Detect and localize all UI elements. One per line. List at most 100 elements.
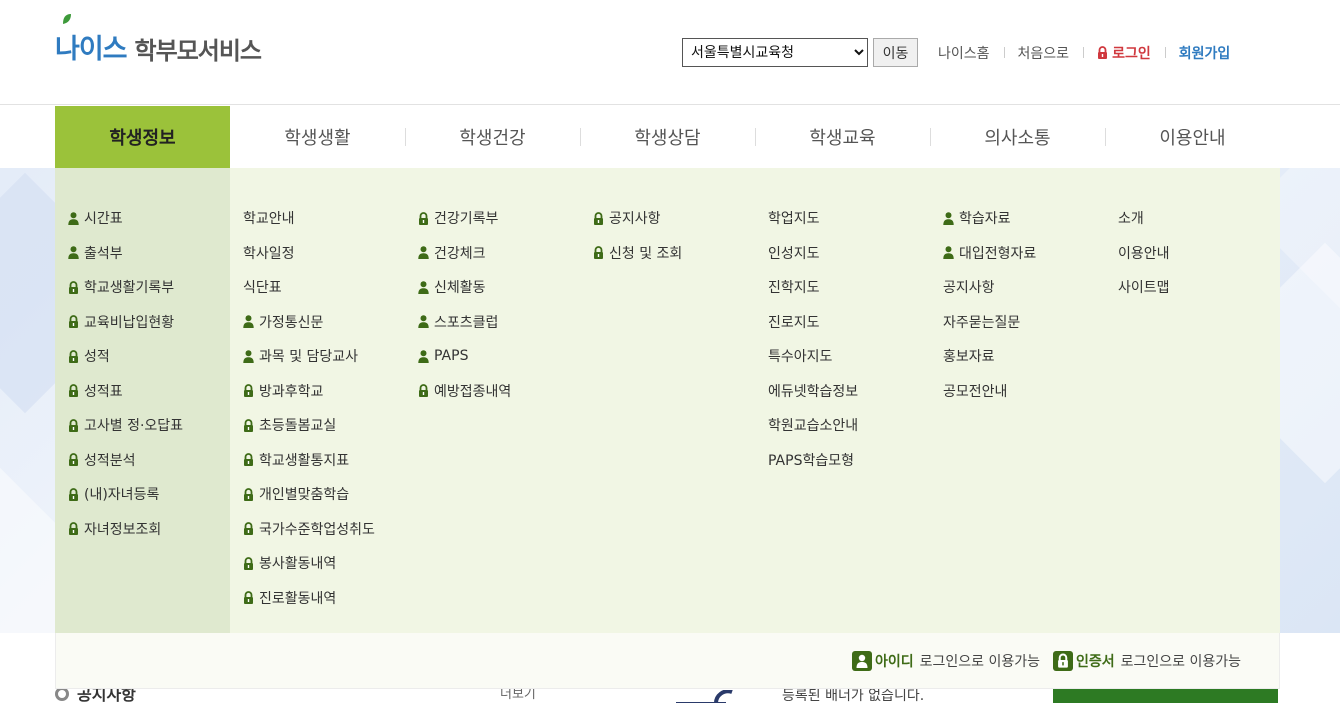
menu-item[interactable]: PAPS	[418, 339, 580, 374]
menu-item[interactable]: 스포츠클럽	[418, 305, 580, 340]
home-link[interactable]: 처음으로	[1003, 43, 1084, 63]
menu-item[interactable]: 사이트맵	[1118, 270, 1280, 305]
menu-item[interactable]: 학사일정	[243, 236, 405, 271]
menu-item[interactable]: 고사별 정·오답표	[68, 408, 230, 443]
menu-item-label: 성적표	[84, 383, 123, 400]
menu-item[interactable]: 성적분석	[68, 443, 230, 478]
menu-item-label: 국가수준학업성취도	[259, 521, 375, 538]
notice-bullet-icon	[55, 689, 69, 701]
user-icon	[68, 212, 79, 225]
legend-id-login: 아이디 로그인으로 이용가능	[851, 650, 1040, 671]
menu-item[interactable]: 학교생활통지표	[243, 443, 405, 478]
menu-item-label: 성적분석	[84, 452, 136, 469]
menu-item[interactable]: 학교생활기록부	[68, 270, 230, 305]
menu-item[interactable]: 성적표	[68, 374, 230, 409]
menu-item-label: 출석부	[84, 245, 123, 262]
menu-item[interactable]: 공모전안내	[943, 374, 1105, 409]
tab-communication[interactable]: 의사소통	[930, 106, 1105, 168]
menu-item-label: 진로활동내역	[259, 590, 337, 607]
menu-item[interactable]: 학교안내	[243, 201, 405, 236]
menu-item[interactable]: 대입전형자료	[943, 236, 1105, 271]
menu-item[interactable]: 학원교습소안내	[768, 408, 930, 443]
notice-title: 공지사항	[77, 689, 136, 703]
menu-item[interactable]: PAPS학습모형	[768, 443, 930, 478]
tab-student-counsel[interactable]: 학생상담	[580, 106, 755, 168]
lock-icon	[244, 384, 253, 398]
mega-menu-column: 건강기록부 건강체크신체활동스포츠클럽 PAPS 예방접종내역	[405, 168, 580, 633]
menu-item-label: 공지사항	[943, 280, 995, 297]
lock-icon	[69, 453, 78, 467]
tab-student-health[interactable]: 학생건강	[405, 106, 580, 168]
menu-item-label: 에듀넷학습정보	[768, 383, 859, 400]
site-logo[interactable]: 나이스 학부모서비스	[55, 14, 262, 66]
lock-icon	[244, 522, 253, 536]
menu-item[interactable]: 건강기록부	[418, 201, 580, 236]
menu-item-label: 대입전형자료	[959, 245, 1037, 262]
promo-banner[interactable]	[1053, 689, 1278, 703]
menu-item-label: 고사별 정·오답표	[84, 418, 184, 435]
menu-item[interactable]: 개인별맞춤학습	[243, 477, 405, 512]
menu-item-label: 자녀정보조회	[84, 521, 162, 538]
tab-student-education[interactable]: 학생교육	[755, 106, 930, 168]
menu-item-label: 학사일정	[243, 245, 295, 262]
user-icon	[418, 315, 429, 329]
go-button[interactable]: 이동	[873, 38, 918, 67]
user-icon	[418, 350, 429, 363]
menu-item[interactable]: 학업지도	[768, 201, 930, 236]
menu-item[interactable]: 성적	[68, 339, 230, 374]
menu-item[interactable]: 교육비납입현황	[68, 305, 230, 340]
mega-menu-column: 학습자료대입전형자료공지사항자주묻는질문 홍보자료공모전안내	[930, 168, 1105, 633]
signup-link[interactable]: 회원가입	[1164, 43, 1230, 63]
menu-item[interactable]: 진로지도	[768, 305, 930, 340]
menu-item[interactable]: 자주묻는질문	[943, 305, 1105, 340]
menu-item[interactable]: 진로활동내역	[243, 581, 405, 616]
menu-item[interactable]: 학습자료	[943, 201, 1105, 236]
tab-student-info[interactable]: 학생정보	[55, 106, 230, 168]
menu-item[interactable]: 건강체크	[418, 236, 580, 271]
region-select[interactable]: 서울특별시교육청	[682, 38, 868, 67]
menu-item-label: 시간표	[84, 211, 123, 228]
menu-item-label: 인성지도	[768, 245, 820, 262]
menu-item-label: 신체활동	[434, 280, 486, 297]
mega-menu-column: 시간표출석부학교생활기록부 교육비납입현황성적성적표고사별 정·오답표성적분석 (내…	[55, 168, 230, 633]
menu-item[interactable]: 방과후학교	[243, 374, 405, 409]
menu-item[interactable]: 신체활동	[418, 270, 580, 305]
menu-item[interactable]: 식단표	[243, 270, 405, 305]
more-link[interactable]: 더보기	[500, 689, 560, 703]
legend-id-strong: 아이디	[874, 653, 914, 670]
menu-item[interactable]: 국가수준학업성취도	[243, 512, 405, 547]
menu-item-label: 학교안내	[243, 211, 295, 228]
neis-home-link[interactable]: 나이스홈	[938, 43, 1004, 63]
menu-item[interactable]: 진학지도	[768, 270, 930, 305]
menu-item[interactable]: 초등돌봄교실	[243, 408, 405, 443]
lock-icon	[69, 487, 78, 501]
menu-item[interactable]: 가정통신문	[243, 305, 405, 340]
tab-student-life[interactable]: 학생생활	[230, 106, 405, 168]
menu-item[interactable]: 인성지도	[768, 236, 930, 271]
menu-item[interactable]: 공지사항	[593, 201, 755, 236]
menu-item[interactable]: 에듀넷학습정보	[768, 374, 930, 409]
menu-item[interactable]: (내)자녀등록	[68, 477, 230, 512]
menu-item[interactable]: 홍보자료	[943, 339, 1105, 374]
menu-item[interactable]: 예방접종내역	[418, 374, 580, 409]
menu-item-label: 공모전안내	[943, 383, 1008, 400]
login-link[interactable]: 로그인	[1083, 43, 1165, 63]
menu-item[interactable]: 특수아지도	[768, 339, 930, 374]
menu-item[interactable]: 봉사활동내역	[243, 546, 405, 581]
menu-item[interactable]: 이용안내	[1118, 236, 1280, 271]
icon-legend: 아이디 로그인으로 이용가능 인증서 로그인으로 이용가능	[55, 633, 1280, 689]
menu-item-label: 성적	[84, 349, 110, 366]
menu-item[interactable]: 공지사항	[943, 270, 1105, 305]
logo-brand: 나이스	[55, 34, 128, 65]
menu-item[interactable]: 시간표	[68, 201, 230, 236]
menu-item[interactable]: 신청 및 조회	[593, 236, 755, 271]
menu-item[interactable]: 소개	[1118, 201, 1280, 236]
lock-icon	[69, 349, 78, 363]
menu-item[interactable]: 출석부	[68, 236, 230, 271]
menu-item[interactable]: 과목 및 담당교사	[243, 339, 405, 374]
login-label: 로그인	[1112, 45, 1151, 62]
menu-item[interactable]: 자녀정보조회	[68, 512, 230, 547]
menu-item-label: 진학지도	[768, 280, 820, 297]
menu-item-label: 학습자료	[959, 211, 1011, 228]
tab-usage-guide[interactable]: 이용안내	[1105, 106, 1280, 168]
